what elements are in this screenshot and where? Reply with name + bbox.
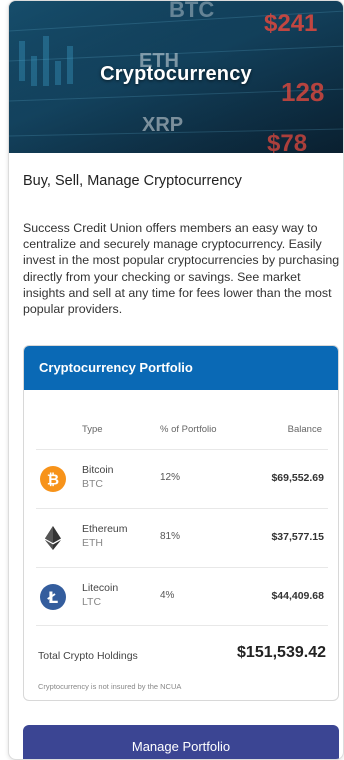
coin-symbol: BTC	[82, 478, 103, 490]
total-holdings-row: Total Crypto Holdings $151,539.42	[36, 625, 328, 662]
total-holdings-label: Total Crypto Holdings	[38, 650, 138, 662]
coin-balance: $44,409.68	[271, 590, 324, 602]
portfolio-row-litecoin[interactable]: Ł Litecoin LTC 4% $44,409.68	[36, 567, 328, 626]
bg-ticker-xrp: XRP	[142, 114, 183, 136]
ncua-disclaimer: Cryptocurrency is not insured by the NCU…	[38, 682, 182, 691]
coin-balance: $69,552.69	[271, 472, 324, 484]
coin-symbol: LTC	[82, 596, 102, 608]
column-header-percent: % of Portfolio	[160, 424, 217, 435]
bg-ticker-btc: BTC	[169, 1, 214, 22]
portfolio-title: Cryptocurrency Portfolio	[24, 346, 338, 390]
svg-text:Ł: Ł	[47, 588, 58, 607]
coin-percent: 4%	[160, 590, 175, 601]
portfolio-row-bitcoin[interactable]: ₿ Bitcoin BTC 12% $69,552.69	[36, 449, 328, 508]
page-title: Cryptocurrency	[100, 63, 252, 85]
column-header-type: Type	[82, 424, 103, 435]
portfolio-panel: Cryptocurrency Portfolio Type % of Portf…	[23, 345, 339, 701]
total-holdings-value: $151,539.42	[237, 644, 326, 661]
coin-percent: 81%	[160, 531, 181, 542]
bitcoin-icon: ₿	[40, 466, 66, 492]
coin-name: Bitcoin	[82, 464, 114, 476]
hero-banner: BTC $241 ETH 128 XRP $78 Cryptocurrency	[9, 1, 343, 153]
coin-percent: 12%	[160, 472, 181, 483]
column-header-balance: Balance	[287, 424, 322, 435]
coin-name: Litecoin	[82, 582, 119, 594]
coin-symbol: ETH	[82, 537, 103, 549]
manage-portfolio-button[interactable]: Manage Portfolio	[23, 725, 339, 759]
portfolio-row-ethereum[interactable]: Ethereum ETH 81% $37,577.15	[36, 508, 328, 567]
description-text: Success Credit Union offers members an e…	[23, 221, 340, 317]
bg-ticker-price-3: $78	[267, 130, 307, 153]
coin-balance: $37,577.15	[271, 531, 324, 543]
litecoin-icon: Ł	[40, 584, 66, 610]
svg-text:₿: ₿	[47, 471, 59, 489]
ethereum-icon	[40, 525, 66, 551]
page-subtitle: Buy, Sell, Manage Cryptocurrency	[23, 173, 242, 189]
crypto-card: BTC $241 ETH 128 XRP $78 Cryptocurrency …	[8, 0, 344, 760]
coin-name: Ethereum	[82, 523, 128, 535]
bg-ticker-price-1: $241	[264, 10, 317, 37]
